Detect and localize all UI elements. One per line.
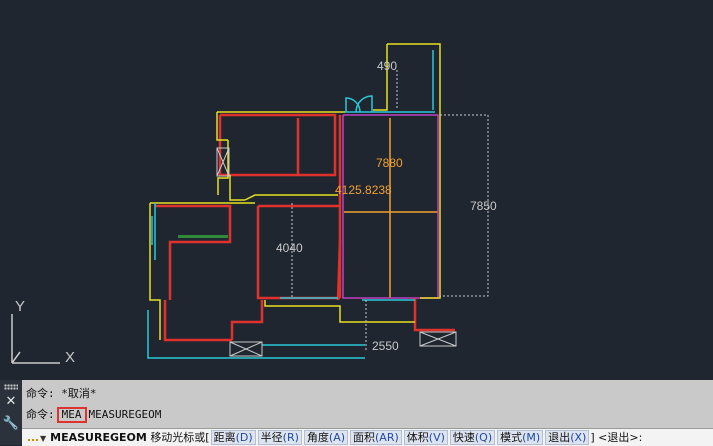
option-label: 半径 bbox=[260, 431, 283, 444]
option-4[interactable]: 体积(V) bbox=[403, 430, 448, 445]
history-text-1: *取消* bbox=[61, 387, 97, 400]
option-label: 模式 bbox=[500, 431, 523, 444]
option-label: 距离 bbox=[213, 431, 236, 444]
ucs-y-label: Y bbox=[15, 298, 25, 315]
wrench-icon[interactable]: 🔧 bbox=[0, 416, 22, 432]
drawing-canvas[interactable]: 490 7880 4125.8238 7850 4040 2550 Y X bbox=[0, 0, 713, 380]
measure-area-lines bbox=[342, 114, 439, 299]
option-label: 面积 bbox=[353, 431, 376, 444]
history-line-2: 命令: MEA MEASUREGEOM bbox=[26, 406, 161, 423]
option-key: (V) bbox=[428, 431, 445, 444]
history-prefix-1: 命令: bbox=[26, 387, 55, 400]
command-panel-toolbar: ✕ 🔧 bbox=[0, 380, 22, 445]
green-element bbox=[178, 235, 228, 238]
option-2[interactable]: 角度(A) bbox=[303, 430, 349, 445]
command-prompt[interactable]: ▼ MEASUREGEOM 移动光标或[距离(D) 半径(R) 角度(A) 面积(AR)… bbox=[22, 428, 713, 446]
option-5[interactable]: 快速(Q) bbox=[449, 430, 496, 445]
dim-top-width: 490 bbox=[377, 59, 397, 73]
command-panel: ✕ 🔧 命令: *取消* 命令: MEA MEASUREGEOM ▼ MEASUREG… bbox=[0, 380, 713, 446]
walls-yellow bbox=[149, 43, 441, 340]
option-key: (AR) bbox=[375, 431, 399, 444]
option-key: (M) bbox=[522, 431, 541, 444]
fixtures bbox=[216, 147, 457, 357]
grip-icon[interactable] bbox=[4, 384, 18, 390]
history-line-1: 命令: *取消* bbox=[26, 385, 97, 401]
option-6[interactable]: 模式(M) bbox=[497, 430, 544, 445]
option-label: 快速 bbox=[452, 431, 475, 444]
dim-middle-height: 4040 bbox=[276, 241, 303, 255]
dim-right-height: 7850 bbox=[470, 199, 497, 213]
history-text-2: MEASUREGEOM bbox=[88, 408, 162, 421]
option-label: 角度 bbox=[306, 431, 329, 444]
mea-highlight: MEA bbox=[56, 407, 87, 423]
option-key: (D) bbox=[235, 431, 253, 444]
option-label: 退出 bbox=[548, 431, 571, 444]
prompt-options: 距离(D) 半径(R) 角度(A) 面积(AR) 体积(V) 快速(Q) 模式(M) 退出(X… bbox=[210, 430, 591, 445]
option-key: (A) bbox=[328, 431, 346, 444]
ucs-icon bbox=[11, 314, 60, 364]
close-icon[interactable]: ✕ bbox=[0, 394, 22, 410]
history-prefix-2: 命令: bbox=[26, 408, 55, 421]
chevron-down-icon[interactable]: ▼ bbox=[40, 434, 46, 443]
ucs-x-label: X bbox=[65, 349, 75, 366]
option-key: (R) bbox=[282, 431, 299, 444]
option-3[interactable]: 面积(AR) bbox=[350, 430, 402, 445]
prompt-suffix: ] <退出>: bbox=[590, 431, 643, 444]
option-label: 体积 bbox=[406, 431, 429, 444]
prompt-instruction: 移动光标或[ bbox=[150, 431, 210, 444]
prompt-command: MEASUREGEOM bbox=[50, 431, 147, 444]
dim-area-measure: 4125.8238 bbox=[335, 183, 392, 197]
option-key: (X) bbox=[570, 431, 587, 444]
option-7[interactable]: 退出(X) bbox=[545, 430, 590, 445]
option-0[interactable]: 距离(D) bbox=[210, 430, 256, 445]
dim-bottom-width: 2550 bbox=[372, 339, 399, 353]
dim-area-height: 7880 bbox=[376, 156, 403, 170]
prompt-icon bbox=[28, 436, 38, 441]
option-key: (Q) bbox=[474, 431, 493, 444]
door-swing bbox=[345, 95, 373, 113]
option-1[interactable]: 半径(R) bbox=[257, 430, 302, 445]
